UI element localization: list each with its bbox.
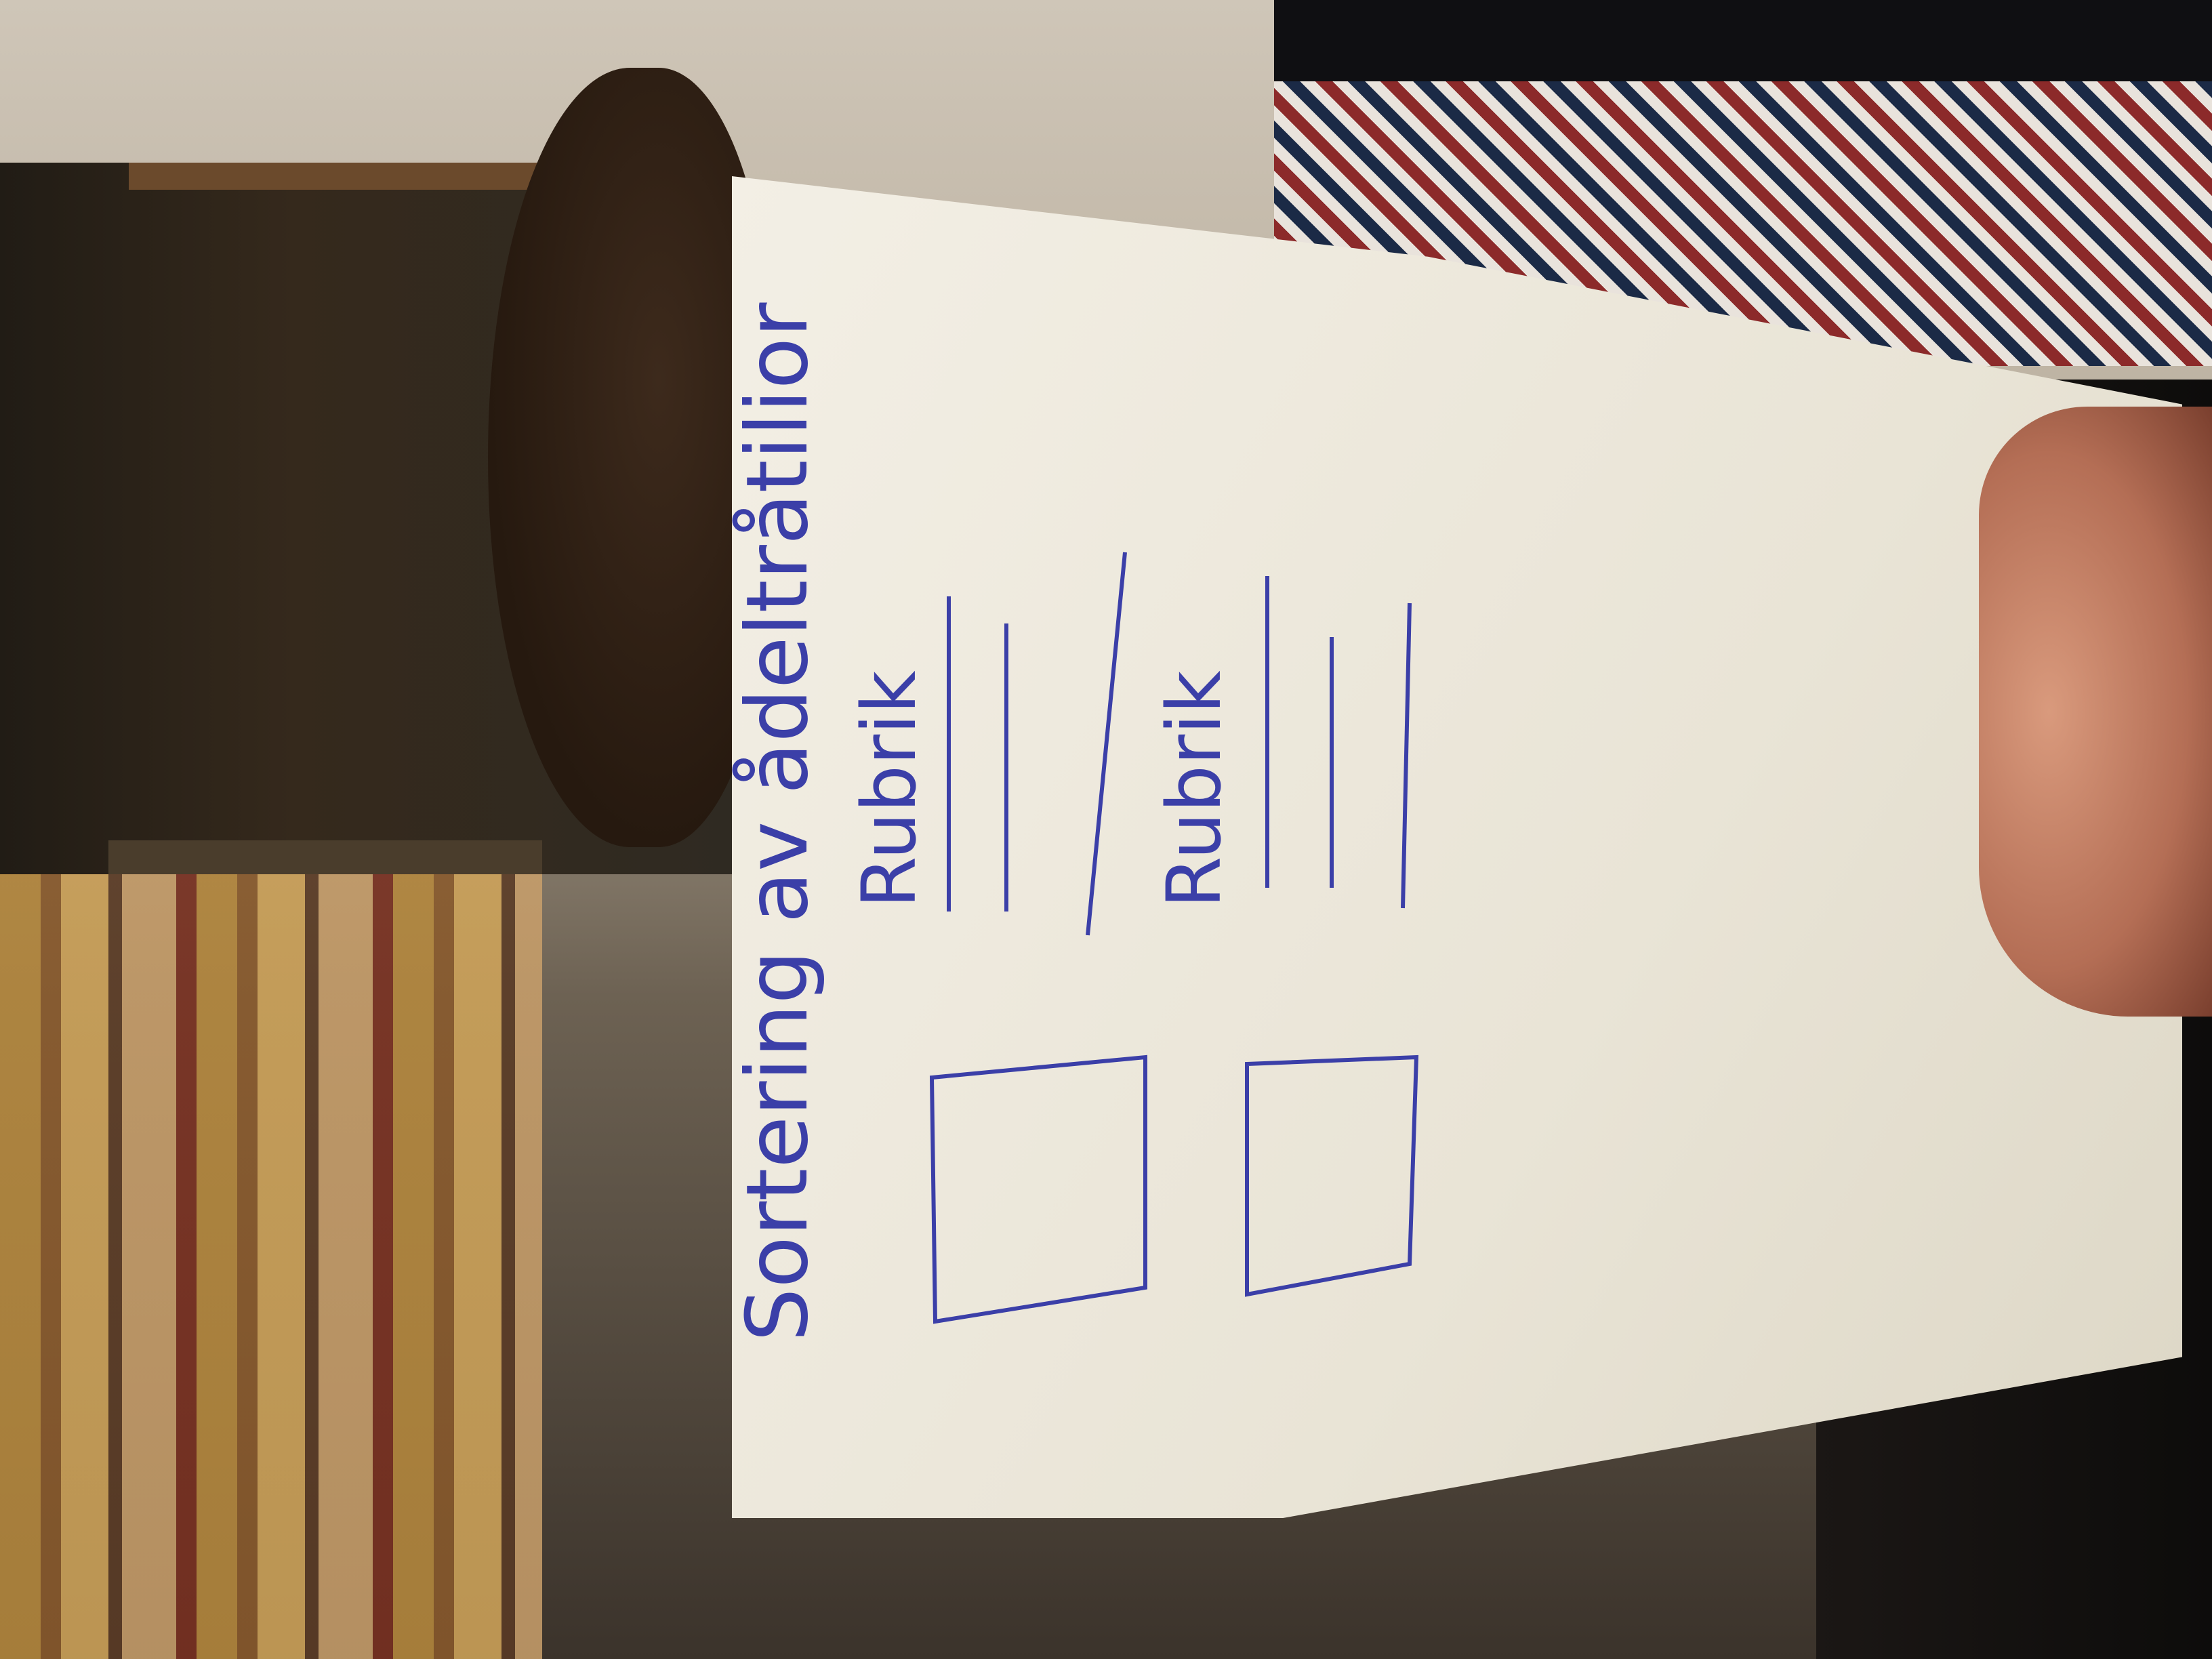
person-head — [488, 68, 773, 847]
sketch-line — [1086, 552, 1127, 936]
sketch-rubrik-1: Rubrik — [846, 670, 933, 908]
hand-drawn-wireframe: Sortering av ådeltråtilior Rubrik Rubrik — [732, 302, 1419, 1342]
sketch-image-box-2 — [1245, 1054, 1419, 1297]
sketch-rubrik-2: Rubrik — [1151, 670, 1237, 908]
sketch-line — [1401, 602, 1412, 909]
sketch-heading: Sortering av ådeltråtilior — [732, 302, 827, 1342]
books-row — [0, 874, 542, 1659]
shelf-board-middle — [108, 840, 542, 874]
sketch-image-box-1 — [929, 1054, 1147, 1324]
photo-scene: Sortering av ådeltråtilior Rubrik Rubrik — [0, 0, 2212, 1659]
